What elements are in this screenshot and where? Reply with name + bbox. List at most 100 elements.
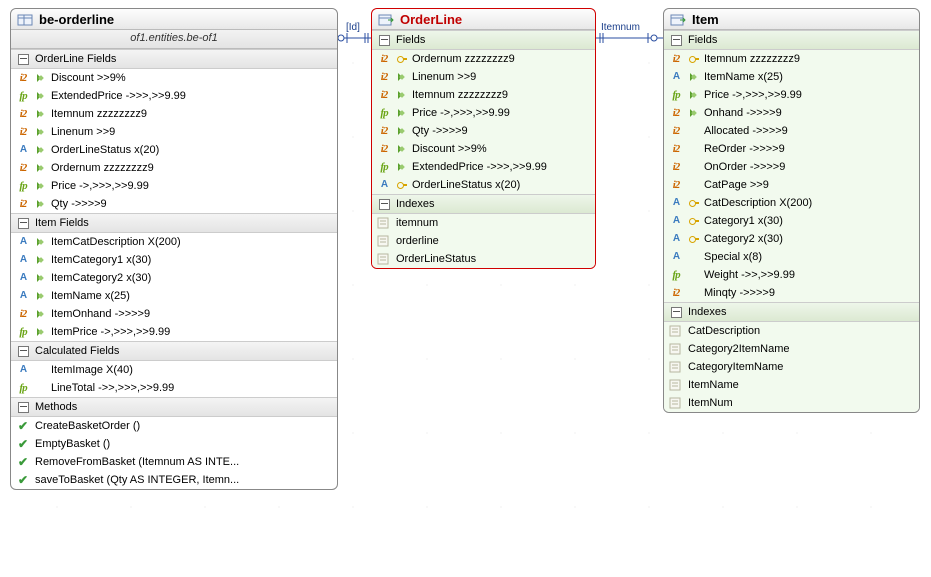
index-row[interactable]: OrderLineStatus (372, 250, 595, 268)
entity-titlebar[interactable]: OrderLine (372, 9, 595, 30)
item-name: CatDescription (688, 325, 760, 337)
relation-label-itemnum: Itemnum (601, 22, 640, 33)
item-name: LineTotal (51, 382, 95, 394)
field-row[interactable]: i2Onhand ->>>>9 (664, 104, 919, 122)
field-row[interactable]: AItemCategory2 x(30) (11, 269, 337, 287)
section-header[interactable]: Calculated Fields (11, 341, 337, 361)
field-row[interactable]: i2Itemnum zzzzzzzz9 (11, 105, 337, 123)
field-row[interactable]: AItemCategory1 x(30) (11, 251, 337, 269)
index-row[interactable]: CatDescription (664, 322, 919, 340)
field-label: CatPage >>9 (704, 177, 769, 193)
field-row[interactable]: AItemName x(25) (11, 287, 337, 305)
entity-item[interactable]: Item Fieldsi2Itemnum zzzzzzzz9AItemName … (663, 8, 920, 413)
field-row[interactable]: i2ReOrder ->>>>9 (664, 140, 919, 158)
index-row[interactable]: orderline (372, 232, 595, 250)
entity-orderline[interactable]: OrderLine Fieldsi2Ordernum zzzzzzzz9i2Li… (371, 8, 596, 269)
collapse-toggle-icon[interactable] (376, 33, 392, 47)
table-arrow-icon (670, 13, 686, 27)
item-format: ->>,>>>,>>9.99 (98, 382, 174, 394)
link-arrow-icon (396, 106, 408, 120)
field-row[interactable]: i2Linenum >>9 (372, 68, 595, 86)
field-row[interactable]: i2Itemnum zzzzzzzz9 (664, 50, 919, 68)
method-row[interactable]: ✔saveToBasket (Qty AS INTEGER, Itemn... (11, 471, 337, 489)
item-name: ItemPrice (51, 326, 97, 338)
field-row[interactable]: i2ItemOnhand ->>>>9 (11, 305, 337, 323)
section-header[interactable]: Fields (372, 30, 595, 50)
entity-titlebar[interactable]: Item (664, 9, 919, 30)
item-name: Category2 (704, 233, 755, 245)
field-label: ItemCategory1 x(30) (51, 252, 151, 268)
field-row[interactable]: fpPrice ->,>>>,>>9.99 (11, 177, 337, 195)
item-format: ->>>>9 (749, 143, 784, 155)
collapse-toggle-icon[interactable] (668, 33, 684, 47)
index-row[interactable]: ItemNum (664, 394, 919, 412)
index-row[interactable]: CategoryItemName (664, 358, 919, 376)
method-row[interactable]: ✔CreateBasketOrder () (11, 417, 337, 435)
collapse-toggle-icon[interactable] (376, 197, 392, 211)
field-row[interactable]: fpExtendedPrice ->>>,>>9.99 (11, 87, 337, 105)
field-row[interactable]: AOrderLineStatus x(20) (372, 176, 595, 194)
index-row[interactable]: ItemName (664, 376, 919, 394)
field-row[interactable]: fp Price ->,>>>,>>9.99 (372, 104, 595, 122)
field-label: Qty ->>>>9 (51, 196, 107, 212)
index-row[interactable]: itemnum (372, 214, 595, 232)
field-row[interactable]: ACategory1 x(30) (664, 212, 919, 230)
field-row[interactable]: i2Minqty ->>>>9 (664, 284, 919, 302)
field-row[interactable]: fpItemPrice ->,>>>,>>9.99 (11, 323, 337, 341)
collapse-toggle-icon[interactable] (15, 52, 31, 66)
decimal-type-icon: fp (668, 268, 684, 282)
field-row[interactable]: ASpecial x(8) (664, 248, 919, 266)
item-name: Itemnum (704, 53, 747, 65)
section-header-label: Methods (35, 401, 77, 413)
field-row[interactable]: AItemCatDescription X(200) (11, 233, 337, 251)
item-name: OrderLineStatus (51, 144, 131, 156)
item-name: OrderLineStatus (412, 179, 492, 191)
field-label: Price ->,>>>,>>9.99 (412, 105, 510, 121)
field-row[interactable]: i2Discount >>9% (11, 69, 337, 87)
collapse-toggle-icon[interactable] (15, 216, 31, 230)
field-row[interactable]: ACatDescription X(200) (664, 194, 919, 212)
field-row[interactable]: i2Qty ->>>>9 (11, 195, 337, 213)
field-row[interactable]: AItemName x(25) (664, 68, 919, 86)
link-arrow-icon (35, 289, 47, 303)
section-header[interactable]: Item Fields (11, 213, 337, 233)
field-row[interactable]: ACategory2 x(30) (664, 230, 919, 248)
field-row[interactable]: i2Qty ->>>>9 (372, 122, 595, 140)
section-header[interactable]: Indexes (664, 302, 919, 322)
field-row[interactable]: fpPrice ->,>>>,>>9.99 (664, 86, 919, 104)
index-icon (668, 396, 684, 410)
field-row[interactable]: fpExtendedPrice ->>>,>>9.99 (372, 158, 595, 176)
entity-be-orderline[interactable]: be-orderline of1.entities.be-of1 OrderLi… (10, 8, 338, 490)
field-row[interactable]: i2OnOrder ->>>>9 (664, 158, 919, 176)
item-name: ItemImage (51, 364, 103, 376)
field-row[interactable]: i2Ordernum zzzzzzzz9 (11, 159, 337, 177)
table-icon (17, 13, 33, 27)
section-header[interactable]: Fields (664, 30, 919, 50)
entity-titlebar[interactable]: be-orderline (11, 9, 337, 30)
index-row[interactable]: Category2ItemName (664, 340, 919, 358)
index-label: ItemNum (688, 395, 733, 411)
section-header[interactable]: Methods (11, 397, 337, 417)
field-row[interactable]: i2Ordernum zzzzzzzz9 (372, 50, 595, 68)
spacer-icon (688, 124, 700, 138)
section-header[interactable]: OrderLine Fields (11, 49, 337, 69)
field-row[interactable]: i2Itemnum zzzzzzzz9 (372, 86, 595, 104)
collapse-toggle-icon[interactable] (668, 305, 684, 319)
field-row[interactable]: i2Allocated ->>>>9 (664, 122, 919, 140)
decimal-type-icon: fp (376, 106, 392, 120)
field-row[interactable]: i2CatPage >>9 (664, 176, 919, 194)
field-row[interactable]: i2Linenum >>9 (11, 123, 337, 141)
key-icon (688, 214, 700, 228)
section-header[interactable]: Indexes (372, 194, 595, 214)
method-row[interactable]: ✔EmptyBasket () (11, 435, 337, 453)
field-row[interactable]: fpLineTotal ->>,>>>,>>9.99 (11, 379, 337, 397)
method-row[interactable]: ✔RemoveFromBasket (Itemnum AS INTE... (11, 453, 337, 471)
field-row[interactable]: AOrderLineStatus x(20) (11, 141, 337, 159)
item-name: Category1 (704, 215, 755, 227)
collapse-toggle-icon[interactable] (15, 400, 31, 414)
field-row[interactable]: fpWeight ->>,>>9.99 (664, 266, 919, 284)
index-icon (376, 234, 392, 248)
collapse-toggle-icon[interactable] (15, 344, 31, 358)
field-row[interactable]: AItemImage X(40) (11, 361, 337, 379)
field-row[interactable]: i2Discount >>9% (372, 140, 595, 158)
